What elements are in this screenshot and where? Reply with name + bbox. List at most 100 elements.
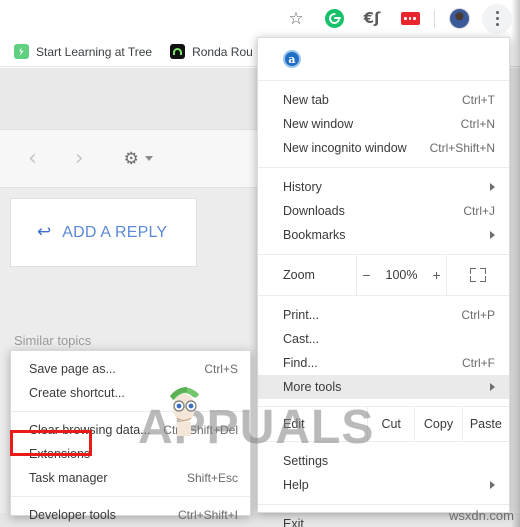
chevron-down-icon xyxy=(144,156,153,161)
reply-arrow-icon: ↩ xyxy=(37,222,52,242)
zoom-in-button[interactable]: + xyxy=(432,267,440,283)
submenu-item-label: Task manager xyxy=(29,471,108,485)
menu-item-accel: Ctrl+T xyxy=(462,93,495,107)
menu-item-label: More tools xyxy=(283,380,342,394)
submenu-item-create-shortcut[interactable]: Create shortcut... xyxy=(11,381,250,405)
menu-item-find[interactable]: Find... Ctrl+F xyxy=(258,351,509,375)
submenu-item-accel: Ctrl+S xyxy=(204,362,238,376)
page-top-gap xyxy=(0,68,258,129)
menu-item-bookmarks[interactable]: Bookmarks xyxy=(258,223,509,247)
gear-icon: ⚙ xyxy=(123,149,139,168)
ronda-icon xyxy=(170,44,186,59)
prev-page-icon[interactable]: ‹ xyxy=(28,147,37,170)
menu-item-label: Settings xyxy=(283,454,329,468)
menu-item-settings[interactable]: Settings xyxy=(258,449,509,473)
zoom-out-button[interactable]: − xyxy=(362,267,370,283)
grammarly-glyph xyxy=(324,9,344,28)
menu-item-more-tools[interactable]: More tools xyxy=(258,375,509,399)
bookmark-item-treehouse[interactable]: Start Learning at Tree xyxy=(14,44,152,59)
submenu-item-developer-tools[interactable]: Developer tools Ctrl+Shift+I xyxy=(11,503,250,527)
menu-item-label: Print... xyxy=(283,308,320,322)
red-extension-icon[interactable] xyxy=(395,4,425,34)
profile-avatar[interactable] xyxy=(444,4,474,34)
submenu-item-save-page-as[interactable]: Save page as... Ctrl+S xyxy=(11,357,250,381)
submenu-item-label: Save page as... xyxy=(29,362,116,376)
menu-item-label: New incognito window xyxy=(283,141,407,155)
menu-item-accel: Ctrl+Shift+N xyxy=(429,141,495,155)
submenu-item-label: Extensions xyxy=(29,447,91,461)
menu-item-label: Downloads xyxy=(283,204,345,218)
menu-item-downloads[interactable]: Downloads Ctrl+J xyxy=(258,199,509,223)
submenu-item-accel: Shift+Esc xyxy=(186,471,238,485)
submenu-item-extensions[interactable]: Extensions xyxy=(11,442,250,466)
menu-item-label: Help xyxy=(283,478,309,492)
menu-item-label: History xyxy=(283,180,322,194)
chrome-menu-icon[interactable] xyxy=(482,3,512,34)
submenu-item-accel: Ctrl+Shift+I xyxy=(177,508,238,522)
fullscreen-icon xyxy=(470,268,486,282)
paste-button[interactable]: Paste xyxy=(463,407,509,441)
bookmark-label: Ronda Rou xyxy=(192,44,253,59)
submenu-group-developer: Developer tools Ctrl+Shift+I xyxy=(11,497,250,527)
account-icon: a xyxy=(283,50,301,68)
browser-toolbar: ☆ €ʃ xyxy=(0,0,520,38)
submenu-item-label: Developer tools xyxy=(29,508,116,522)
zoom-level-value: 100% xyxy=(385,268,418,282)
menu-group-settings: Settings Help xyxy=(258,442,509,505)
menu-item-help[interactable]: Help xyxy=(258,473,509,497)
next-page-icon[interactable]: › xyxy=(75,147,84,170)
menu-item-print[interactable]: Print... Ctrl+P xyxy=(258,303,509,327)
menu-item-new-tab[interactable]: New tab Ctrl+T xyxy=(258,88,509,112)
menu-item-label: New tab xyxy=(283,93,329,107)
more-tools-submenu: Save page as... Ctrl+S Create shortcut..… xyxy=(10,350,251,522)
submenu-item-task-manager[interactable]: Task manager Shift+Esc xyxy=(11,466,250,490)
menu-item-history[interactable]: History xyxy=(258,175,509,199)
menu-item-new-window[interactable]: New window Ctrl+N xyxy=(258,112,509,136)
submenu-item-label: Clear browsing data... xyxy=(29,423,151,437)
menu-item-accel: Ctrl+P xyxy=(461,308,495,322)
kebab-glyph xyxy=(495,11,499,26)
submenu-item-label: Create shortcut... xyxy=(29,386,125,400)
chevron-right-icon xyxy=(490,383,495,391)
thread-settings-button[interactable]: ⚙ xyxy=(124,150,153,167)
red-extension-glyph xyxy=(400,12,420,25)
toolbar-icon-group: ☆ €ʃ xyxy=(277,0,516,37)
bookmark-item-ronda[interactable]: Ronda Rou xyxy=(170,44,253,59)
menu-item-label: Exit xyxy=(283,517,304,527)
grammarly-icon[interactable] xyxy=(319,4,349,34)
copy-button[interactable]: Copy xyxy=(415,407,463,441)
extension-glyph: €ʃ xyxy=(363,9,381,27)
menu-edit-row: Edit Cut Copy Paste xyxy=(258,407,509,442)
menu-item-new-incognito-window[interactable]: New incognito window Ctrl+Shift+N xyxy=(258,136,509,160)
menu-item-accel: Ctrl+N xyxy=(460,117,495,131)
add-reply-button[interactable]: ↩ ADD A REPLY xyxy=(10,198,197,267)
fullscreen-button[interactable] xyxy=(447,255,509,295)
zoom-controls: − 100% + xyxy=(356,255,447,295)
menu-item-cast[interactable]: Cast... xyxy=(258,327,509,351)
menu-group-new: New tab Ctrl+T New window Ctrl+N New inc… xyxy=(258,81,509,168)
menu-item-label: New window xyxy=(283,117,354,131)
bookmark-label: Start Learning at Tree xyxy=(36,44,153,59)
wsxdn-watermark: wsxdn.com xyxy=(448,508,514,523)
menu-profile-row[interactable]: a xyxy=(258,38,509,81)
add-reply-label: ADD A REPLY xyxy=(62,223,168,241)
edit-label: Edit xyxy=(258,407,368,441)
submenu-group-tools: Clear browsing data... Ctrl+Shift+Del Ex… xyxy=(11,412,250,497)
zoom-label: Zoom xyxy=(283,268,315,282)
star-glyph: ☆ xyxy=(288,9,304,28)
menu-group-browse: History Downloads Ctrl+J Bookmarks xyxy=(258,168,509,255)
chrome-main-menu: a New tab Ctrl+T New window Ctrl+N New i… xyxy=(257,37,510,527)
extension-glyph-icon[interactable]: €ʃ xyxy=(357,4,387,34)
menu-item-label: Cast... xyxy=(283,332,320,346)
menu-item-label: Bookmarks xyxy=(283,228,346,242)
submenu-item-clear-browsing-data[interactable]: Clear browsing data... Ctrl+Shift+Del xyxy=(11,418,250,442)
menu-zoom-row: Zoom − 100% + xyxy=(258,255,509,296)
menu-item-label: Find... xyxy=(283,356,318,370)
cut-button[interactable]: Cut xyxy=(368,407,416,441)
treehouse-icon xyxy=(14,44,29,59)
toolbar-divider xyxy=(434,9,435,28)
menu-item-accel: Ctrl+J xyxy=(463,204,495,218)
bookmark-star-icon[interactable]: ☆ xyxy=(281,4,311,34)
chevron-right-icon xyxy=(490,183,495,191)
menu-item-accel: Ctrl+F xyxy=(462,356,495,370)
